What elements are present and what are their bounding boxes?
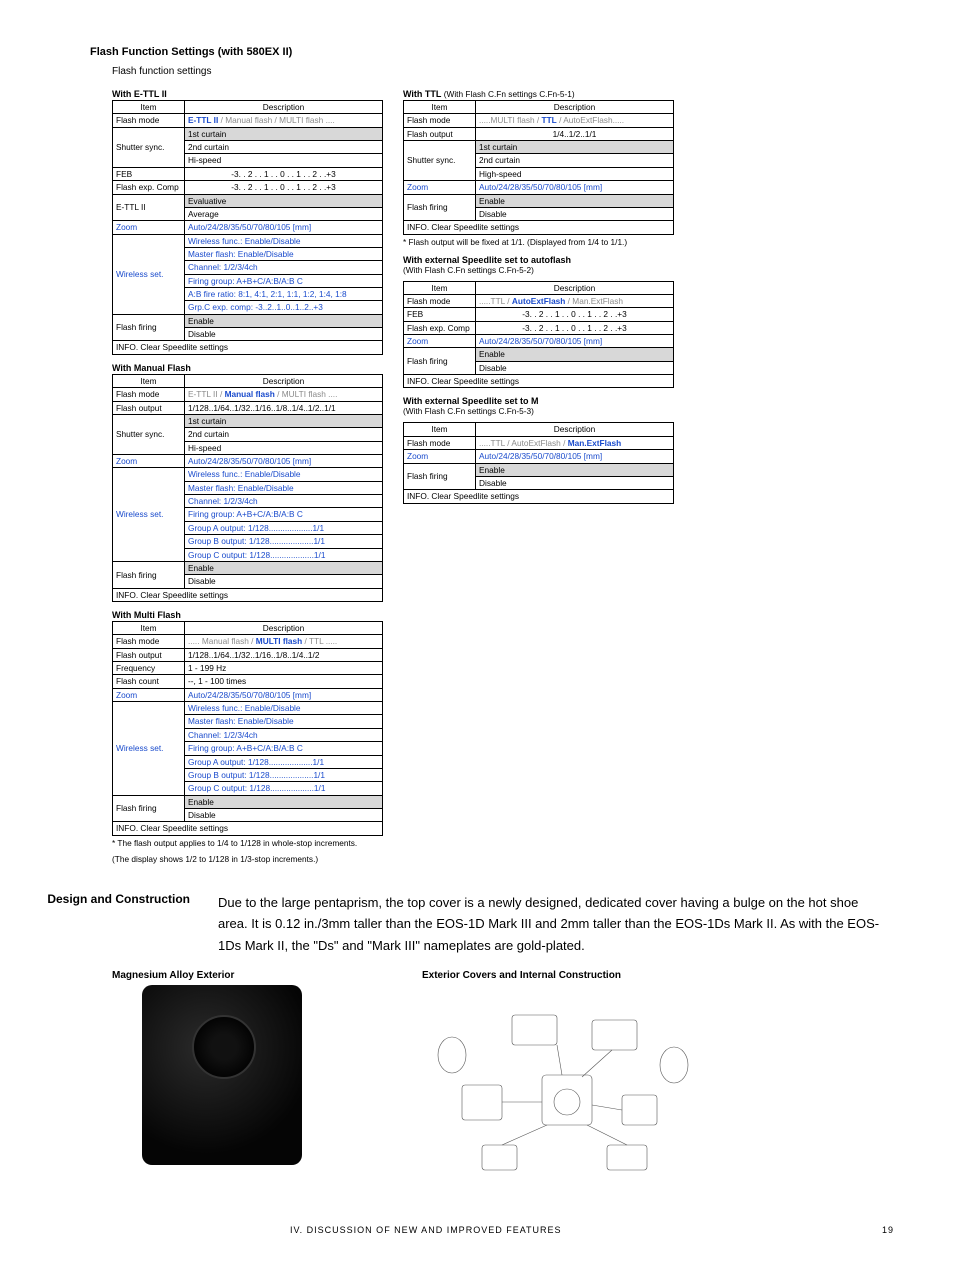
exploded-illustration	[422, 985, 702, 1195]
page-footer: IV. DISCUSSION OF NEW AND IMPROVED FEATU…	[30, 1225, 924, 1235]
flash-table: ItemDescriptionFlash mode.....MULTI flas…	[403, 100, 674, 235]
table-caption: With Manual Flash	[112, 363, 383, 373]
design-section: Design and Construction Due to the large…	[30, 892, 924, 956]
left-column: With E-TTL IIItemDescriptionFlash modeE-…	[112, 81, 383, 870]
flash-table: ItemDescriptionFlash mode.....TTL / Auto…	[403, 281, 674, 389]
tables-columns: With E-TTL IIItemDescriptionFlash modeE-…	[112, 81, 924, 870]
table-caption: With E-TTL II	[112, 89, 383, 99]
footer-section: IV. DISCUSSION OF NEW AND IMPROVED FEATU…	[290, 1225, 562, 1235]
image-2-caption: Exterior Covers and Internal Constructio…	[422, 970, 712, 981]
image-1: Magnesium Alloy Exterior	[112, 970, 402, 1195]
flash-table: ItemDescriptionFlash modeE-TTL II / Manu…	[112, 100, 383, 355]
image-1-caption: Magnesium Alloy Exterior	[112, 970, 402, 981]
table-caption: With TTL (With Flash C.Fn settings C.Fn-…	[403, 89, 674, 99]
flash-table: ItemDescriptionFlash modeE-TTL II / Manu…	[112, 374, 383, 602]
design-body: Due to the large pentaprism, the top cov…	[218, 892, 924, 956]
page-number: 19	[882, 1225, 894, 1235]
right-column: With TTL (With Flash C.Fn settings C.Fn-…	[403, 81, 674, 504]
image-2: Exterior Covers and Internal Constructio…	[422, 970, 712, 1195]
table-caption: With external Speedlite set to autoflash	[403, 255, 674, 265]
flash-table: ItemDescriptionFlash mode.....TTL / Auto…	[403, 422, 674, 503]
table-caption: With external Speedlite set to M	[403, 396, 674, 406]
subtitle: Flash function settings	[112, 66, 924, 77]
image-row: Magnesium Alloy Exterior Exterior Covers…	[112, 970, 924, 1195]
camera-illustration	[142, 985, 302, 1165]
table-caption: With Multi Flash	[112, 610, 383, 620]
design-heading: Design and Construction	[30, 892, 200, 956]
section-title: Flash Function Settings (with 580EX II)	[90, 46, 924, 58]
flash-table: ItemDescriptionFlash mode..... Manual fl…	[112, 621, 383, 836]
